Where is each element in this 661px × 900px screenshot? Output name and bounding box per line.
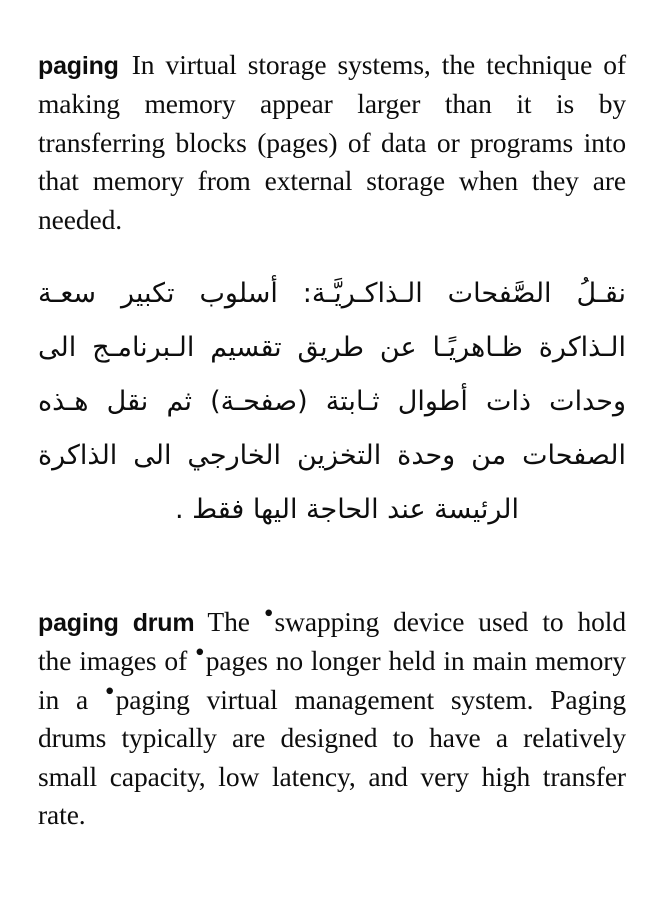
arabic-translation-block: نقـلُ الصَّفحات الـذاكـريَّـة: أسلوب تكب…: [38, 267, 626, 537]
cross-reference-mark-icon: •: [104, 674, 115, 706]
cross-reference-mark-icon: •: [263, 596, 274, 628]
dictionary-page: paging In virtual storage systems, the te…: [0, 0, 661, 900]
cross-reference-mark-icon: •: [195, 636, 205, 667]
arabic-line-4: الصفحات من وحدة التخزين الخارجي الى الذا…: [38, 439, 626, 471]
arabic-line-3: وحدات ذات أطوال ثـابتة (صفحـة) ثم نقل هـ…: [38, 385, 626, 417]
page-content: paging In virtual storage systems, the te…: [38, 18, 626, 862]
definition-text-paging: In virtual storage systems, the techniqu…: [38, 48, 626, 235]
arabic-line-2: الـذاكرة ظـاهريًـا عن طريق تقسيم الـبرنا…: [38, 331, 626, 363]
dictionary-entry-paging: paging In virtual storage systems, the te…: [38, 46, 626, 240]
arabic-line-1: نقـلُ الصَّفحات الـذاكـريَّـة: أسلوب تكب…: [38, 277, 626, 309]
entry-separator: [38, 537, 626, 603]
headword-paging: paging: [38, 51, 119, 80]
definition-text-paging-drum: The •swapping device used to hold the im…: [38, 596, 627, 830]
dictionary-entry-paging-drum: paging drum The •swapping device used to …: [38, 596, 627, 835]
arabic-line-5: الرئيسة عند الحاجة اليها فقط .: [174, 493, 520, 525]
headword-paging-drum: paging drum: [38, 608, 195, 637]
